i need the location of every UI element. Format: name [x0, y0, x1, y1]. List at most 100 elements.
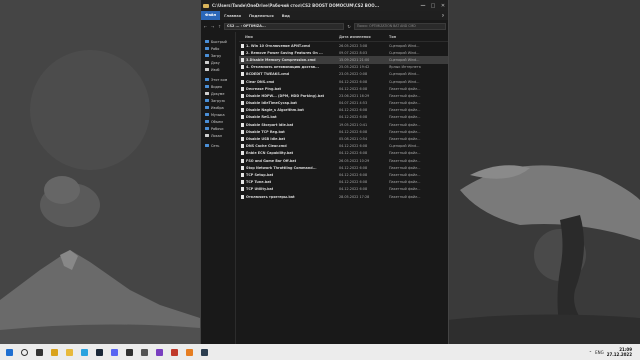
sidebar-item[interactable]: Докуме — [201, 90, 235, 97]
file-type: Пакетный файл... — [389, 108, 421, 113]
sidebar-item[interactable]: Этот ком — [201, 76, 235, 83]
sidebar-item[interactable]: Видео — [201, 83, 235, 90]
file-icon — [241, 50, 244, 55]
file-explorer-window[interactable]: C:\Users\Tande\OneDrive\Рабочий стол\CS2… — [200, 0, 449, 344]
file-date: 28.05.2022 17:28 — [339, 194, 370, 199]
file-icon — [241, 108, 244, 113]
sidebar-item[interactable]: Сеть — [201, 142, 235, 149]
settings-icon[interactable] — [138, 346, 150, 358]
title-bar[interactable]: C:\Users\Tande\OneDrive\Рабочий стол\CS2… — [201, 0, 448, 11]
address-field[interactable]: CS2 ... › OPTIMIZA... — [224, 22, 344, 30]
obs-icon[interactable] — [123, 346, 135, 358]
column-headers: Имя Дата изменения Тип — [239, 32, 448, 42]
file-date: 19.05.2021 0:41 — [339, 122, 368, 127]
search-input[interactable]: Поиск: OPTIMIZATION BAT AND CMD — [354, 22, 446, 30]
help-icon[interactable]: ? — [438, 14, 448, 18]
discord-icon[interactable] — [108, 346, 120, 358]
tab-file[interactable]: Файл — [201, 11, 221, 20]
app4-icon[interactable] — [198, 346, 210, 358]
file-row[interactable]: Clear DNS.cmd 04.12.2022 6:08 Сценарий Win… — [239, 78, 448, 85]
sidebar-item[interactable]: Объем — [201, 118, 235, 125]
close-button[interactable]: ✕ — [438, 3, 448, 9]
file-icon — [241, 158, 244, 163]
sidebar-item[interactable]: Изоб — [201, 66, 235, 73]
chrome-icon[interactable] — [48, 346, 60, 358]
file-name: Disable TCP Reg.bat — [246, 129, 285, 134]
file-icon — [241, 93, 244, 98]
windows-start-icon[interactable] — [3, 346, 15, 358]
clock[interactable]: 21:09 27.12.2022 — [607, 347, 632, 357]
file-icon — [241, 151, 244, 156]
app-icon[interactable] — [153, 346, 165, 358]
file-name: Decrease Ping.bat — [246, 86, 281, 91]
sidebar-item[interactable]: Рабочи — [201, 125, 235, 132]
up-icon[interactable]: ↑ — [217, 24, 222, 29]
back-icon[interactable]: ← — [203, 24, 208, 29]
search-icon[interactable] — [18, 346, 30, 358]
file-row[interactable]: BCDEDIT TWEAKS.cmd 23.05.2022 0:08 Сценари… — [239, 71, 448, 78]
file-row[interactable]: Disable USB Idle.bat 05.08.2021 0:54 Пакет… — [239, 135, 448, 142]
refresh-icon[interactable]: ↻ — [346, 24, 352, 29]
file-row[interactable]: DNS Cache Clear.cmd 04.12.2022 6:08 Сценар… — [239, 143, 448, 150]
file-icon — [241, 180, 244, 185]
app3-icon[interactable] — [183, 346, 195, 358]
file-row[interactable]: TCP Tune.bat 04.12.2022 6:08 Пакетный файл… — [239, 179, 448, 186]
tab-home[interactable]: Главная — [220, 14, 245, 18]
app2-icon[interactable] — [168, 346, 180, 358]
file-date: 23.06.2021 16:29 — [339, 93, 370, 98]
file-row[interactable]: 1. Win 10 Отключение APNT.cmd 26.05.2022 … — [239, 42, 448, 49]
tab-view[interactable]: Вид — [278, 14, 294, 18]
task-view-icon[interactable] — [33, 346, 45, 358]
file-name: 3.Disable Memory Compression.cmd — [246, 57, 316, 62]
sidebar-item[interactable]: Загрузк — [201, 97, 235, 104]
minimize-button[interactable]: — — [418, 3, 428, 9]
sidebar-item[interactable]: Доку — [201, 59, 235, 66]
file-type: Пакетный файл... — [389, 172, 421, 177]
file-type: Пакетный файл... — [389, 158, 421, 163]
file-type: Пакетный файл... — [389, 129, 421, 134]
file-type: Пакетный файл... — [389, 101, 421, 106]
sidebar-item-label: Изоб — [211, 67, 220, 72]
file-row[interactable]: Decrease Ping.bat 04.12.2022 6:08 Пакетный… — [239, 85, 448, 92]
file-row[interactable]: Disable Storport Idle.bat 19.05.2021 0:41… — [239, 121, 448, 128]
file-row[interactable]: FSO and Game Bar Off.bat 26.05.2022 10:29… — [239, 157, 448, 164]
file-explorer-icon[interactable] — [63, 346, 75, 358]
file-row[interactable]: Disable ReG.bat 04.12.2022 6:08 Пакетный ф… — [239, 114, 448, 121]
sidebar-item[interactable]: Локал — [201, 132, 235, 139]
steam-icon[interactable] — [93, 346, 105, 358]
file-row[interactable]: Stop Network Throttling Command... 04.12.… — [239, 164, 448, 171]
column-type[interactable]: Тип — [389, 35, 429, 39]
file-row[interactable]: TCP Utility.bat 04.12.2022 6:08 Пакетный ф… — [239, 186, 448, 193]
file-icon — [241, 194, 244, 199]
column-date[interactable]: Дата изменения — [339, 35, 389, 39]
file-row[interactable]: 4. Отключить оптимизацию достав... 25.05.… — [239, 64, 448, 71]
file-row[interactable]: 3.Disable Memory Compression.cmd 15.09.20… — [239, 56, 448, 64]
file-row[interactable]: Disable Nagle_s Algorithm.bat 04.12.2022 … — [239, 107, 448, 114]
sidebar-item-label: Музыка — [211, 112, 225, 117]
sidebar-item[interactable]: Изобра — [201, 104, 235, 111]
file-type: Пакетный файл... — [389, 180, 421, 185]
telegram-icon[interactable] — [78, 346, 90, 358]
file-row[interactable]: Disable IdleTimeCycap.bat 04.07.2021 4:53… — [239, 100, 448, 107]
file-icon — [241, 101, 244, 106]
file-row[interactable]: TCP Setup.bat 04.12.2022 6:08 Пакетный фай… — [239, 171, 448, 178]
sidebar-item[interactable]: Музыка — [201, 111, 235, 118]
file-row[interactable]: 2. Remove Power Saving Features On ... 09… — [239, 49, 448, 56]
sidebar-item[interactable]: Загру — [201, 52, 235, 59]
tab-share[interactable]: Поделиться — [245, 14, 278, 18]
forward-icon[interactable]: → — [210, 24, 215, 29]
file-row[interactable]: Disable HDPW... (DPM, HDD Parking).bat 23… — [239, 92, 448, 99]
file-date: 04.12.2022 6:08 — [339, 86, 368, 91]
chevron-up-icon[interactable]: ⌃ — [589, 350, 592, 355]
file-row[interactable]: Enble ECN Capability.bat 04.12.2022 6:08 П… — [239, 150, 448, 157]
sidebar-item-label: Этот ком — [211, 77, 228, 82]
sidebar-item[interactable]: Рабо — [201, 45, 235, 52]
file-row[interactable]: Disable TCP Reg.bat 04.12.2022 6:08 Пакетн… — [239, 128, 448, 135]
sidebar-item[interactable]: Быстрый — [201, 38, 235, 45]
language-indicator[interactable]: ENG — [595, 350, 604, 355]
file-type: Пакетный файл... — [389, 86, 421, 91]
file-date: 05.08.2021 0:54 — [339, 137, 368, 142]
file-row[interactable]: Отключить триггеры.bat 28.05.2022 17:28 Па… — [239, 193, 448, 200]
column-name[interactable]: Имя — [239, 35, 339, 39]
maximize-button[interactable]: □ — [428, 3, 438, 9]
